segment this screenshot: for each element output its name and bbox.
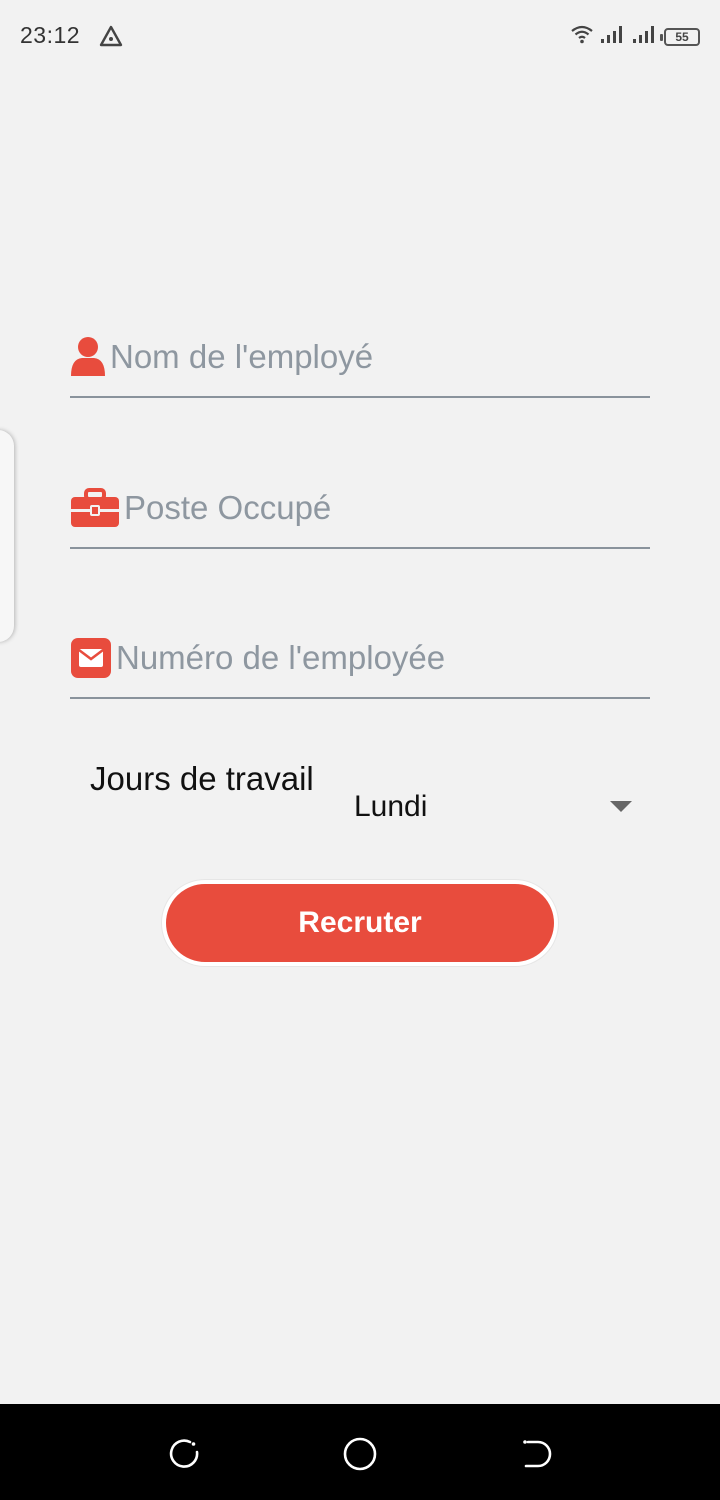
dropdown-arrow-icon <box>610 800 632 818</box>
status-time: 23:12 <box>20 22 81 48</box>
home-icon[interactable] <box>340 1434 380 1474</box>
alert-triangle-icon <box>98 24 124 53</box>
battery-icon: 55 <box>660 27 700 46</box>
employee-number-field <box>70 619 650 699</box>
work-days-dropdown[interactable]: Lundi <box>350 784 640 834</box>
signal-icon-2 <box>632 24 658 49</box>
signal-icon <box>600 24 626 49</box>
wifi-icon <box>570 24 594 49</box>
screen: 23:12 55 Nom de l'employé Poste Occupé N… <box>0 0 720 1500</box>
envelope-icon <box>70 637 112 679</box>
recruit-button[interactable]: Recruter <box>162 880 558 966</box>
work-days-label: Jours de travail <box>90 760 314 797</box>
position-field <box>70 469 650 549</box>
person-icon <box>70 336 106 378</box>
edge-panel-handle[interactable] <box>0 430 14 642</box>
status-bar: 23:12 55 <box>0 0 720 72</box>
position-input[interactable] <box>124 478 650 538</box>
employee-number-input[interactable] <box>116 628 650 688</box>
work-days-selected: Lundi <box>354 790 428 823</box>
briefcase-icon <box>70 488 120 528</box>
navigation-bar <box>0 1404 720 1500</box>
recent-apps-icon[interactable] <box>164 1434 204 1474</box>
employee-name-input[interactable] <box>110 327 650 387</box>
employee-name-field <box>70 318 650 398</box>
back-icon[interactable] <box>516 1434 556 1474</box>
status-icons: 55 <box>570 24 700 49</box>
